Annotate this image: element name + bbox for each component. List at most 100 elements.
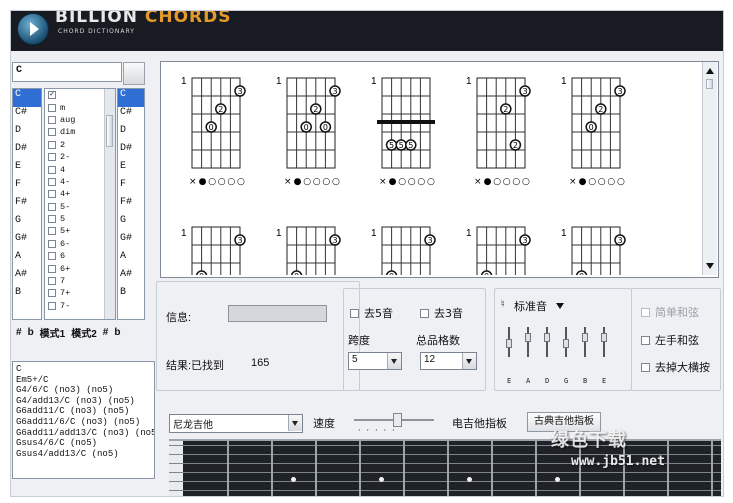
- chord-name-input[interactable]: C: [12, 62, 122, 82]
- quality-checkbox[interactable]: [48, 301, 56, 310]
- flat-toggle-2[interactable]: b: [114, 327, 120, 338]
- quality-checkbox[interactable]: [48, 190, 56, 199]
- quality-checkbox[interactable]: [48, 215, 56, 224]
- span-select[interactable]: 5: [348, 352, 402, 370]
- quality-list-scrollbar[interactable]: [104, 89, 115, 319]
- result-item[interactable]: Gsus4/add13/C (no5): [16, 449, 154, 460]
- root-note-item[interactable]: G: [13, 215, 41, 233]
- root-note-item[interactable]: F#: [13, 197, 41, 215]
- bass-note-item[interactable]: D#: [118, 143, 144, 161]
- simple-chord-box[interactable]: [641, 307, 650, 317]
- tuning-slider-knob[interactable]: [563, 339, 569, 348]
- root-note-item[interactable]: C: [13, 89, 41, 107]
- root-note-item[interactable]: B: [13, 287, 41, 305]
- search-chord-button[interactable]: [123, 62, 145, 85]
- remove5-checkbox[interactable]: 去5音: [350, 305, 393, 321]
- speed-slider-thumb[interactable]: [393, 413, 402, 427]
- quality-checkbox[interactable]: [48, 277, 56, 286]
- result-item[interactable]: G4/add13/C (no3) (no5): [16, 396, 154, 407]
- simple-chord-checkbox[interactable]: 简单和弦: [641, 304, 699, 320]
- root-note-item[interactable]: D: [13, 125, 41, 143]
- bass-note-item[interactable]: A#: [118, 269, 144, 287]
- electric-fretboard-label[interactable]: 电吉他指板: [452, 415, 507, 431]
- tuning-dropdown-icon[interactable]: [556, 303, 564, 309]
- guitar-type-dropdown-icon[interactable]: [288, 415, 302, 431]
- tuning-slider-knob[interactable]: [601, 333, 607, 342]
- tuning-slider-track[interactable]: [546, 327, 548, 357]
- tuning-label[interactable]: 标准音: [514, 298, 547, 314]
- total-frets-select[interactable]: 12: [420, 352, 477, 370]
- result-item[interactable]: C: [16, 364, 154, 375]
- bass-note-item[interactable]: C#: [118, 107, 144, 125]
- root-note-item[interactable]: F: [13, 179, 41, 197]
- quality-checkbox[interactable]: [48, 140, 56, 149]
- left-hand-box[interactable]: [641, 335, 650, 345]
- quality-checkbox[interactable]: [48, 165, 56, 174]
- quality-checkbox[interactable]: [48, 227, 56, 236]
- quality-checkbox[interactable]: [48, 128, 56, 137]
- quality-checkbox[interactable]: [48, 153, 56, 162]
- bass-note-item[interactable]: D: [118, 125, 144, 143]
- result-item[interactable]: G6add11/6/C (no3) (no5): [16, 417, 154, 428]
- quality-checkbox[interactable]: [48, 103, 56, 112]
- quality-checkbox[interactable]: ✓: [48, 91, 56, 100]
- scroll-down-icon[interactable]: [706, 263, 714, 269]
- sharp-toggle-2[interactable]: #: [103, 327, 109, 338]
- quality-checkbox[interactable]: [48, 289, 56, 298]
- diagram-scroll-thumb[interactable]: [706, 79, 713, 89]
- info-label: 信息:: [166, 312, 192, 324]
- root-note-item[interactable]: D#: [13, 143, 41, 161]
- result-item[interactable]: G6add11/C (no3) (no5): [16, 406, 154, 417]
- result-item[interactable]: G4/6/C (no3) (no5): [16, 385, 154, 396]
- remove-barre-box[interactable]: [641, 362, 650, 372]
- tuning-slider-knob[interactable]: [506, 339, 512, 348]
- tuning-slider-knob[interactable]: [544, 333, 550, 342]
- bass-note-item[interactable]: A: [118, 251, 144, 269]
- diagram-scrollbar[interactable]: [702, 62, 717, 275]
- root-note-list[interactable]: C C# D D# E F F# G G# A A# B: [12, 88, 42, 320]
- remove3-box[interactable]: [420, 308, 429, 318]
- scroll-up-icon[interactable]: [706, 68, 714, 74]
- tuning-slider-knob[interactable]: [525, 333, 531, 342]
- bass-note-list[interactable]: C C# D D# E F F# G G# A A# B: [117, 88, 145, 320]
- flat-toggle[interactable]: b: [28, 327, 34, 338]
- mode2-button[interactable]: 模式2: [71, 325, 97, 340]
- result-item[interactable]: Gsus4/6/C (no5): [16, 438, 154, 449]
- tuning-slider-knob[interactable]: [582, 333, 588, 342]
- remove3-checkbox[interactable]: 去3音: [420, 305, 463, 321]
- result-item[interactable]: G6add11/add13/C (no3) (no5): [16, 428, 154, 439]
- tuning-slider-track[interactable]: [603, 327, 605, 357]
- bass-note-item[interactable]: G: [118, 215, 144, 233]
- total-frets-dropdown-icon[interactable]: [462, 353, 476, 369]
- quality-checkbox[interactable]: [48, 264, 56, 273]
- root-note-item[interactable]: A: [13, 251, 41, 269]
- guitar-type-select[interactable]: 尼龙吉他: [169, 414, 303, 433]
- bass-note-item[interactable]: G#: [118, 233, 144, 251]
- chord-quality-list[interactable]: ✓ m aug dim 2 2- 4 4- 4+ 5- 5 5+ 6- 6 6+ 7 7+ 7-: [44, 88, 116, 320]
- root-note-item[interactable]: A#: [13, 269, 41, 287]
- quality-checkbox[interactable]: [48, 252, 56, 261]
- bass-note-item[interactable]: F#: [118, 197, 144, 215]
- result-item[interactable]: Em5+/C: [16, 375, 154, 386]
- quality-checkbox[interactable]: [48, 202, 56, 211]
- sharp-toggle[interactable]: #: [16, 327, 22, 338]
- root-note-item[interactable]: C#: [13, 107, 41, 125]
- quality-checkbox[interactable]: [48, 239, 56, 248]
- tuning-slider-track[interactable]: [527, 327, 529, 357]
- chord-results-list[interactable]: C Em5+/C G4/6/C (no3) (no5) G4/add13/C (no3…: [12, 361, 155, 479]
- quality-checkbox[interactable]: [48, 115, 56, 124]
- remove-barre-checkbox[interactable]: 去掉大横按: [641, 359, 710, 375]
- bass-note-item[interactable]: C: [118, 89, 144, 107]
- bass-note-item[interactable]: B: [118, 287, 144, 305]
- remove5-box[interactable]: [350, 308, 359, 318]
- bass-note-item[interactable]: F: [118, 179, 144, 197]
- tuning-slider-track[interactable]: [584, 327, 586, 357]
- span-dropdown-icon[interactable]: [387, 353, 401, 369]
- quality-checkbox[interactable]: [48, 177, 56, 186]
- mode1-button[interactable]: 模式1: [40, 325, 66, 340]
- left-hand-checkbox[interactable]: 左手和弦: [641, 332, 699, 348]
- root-note-item[interactable]: E: [13, 161, 41, 179]
- root-note-item[interactable]: G#: [13, 233, 41, 251]
- bass-note-item[interactable]: E: [118, 161, 144, 179]
- quality-scroll-thumb[interactable]: [106, 115, 113, 147]
